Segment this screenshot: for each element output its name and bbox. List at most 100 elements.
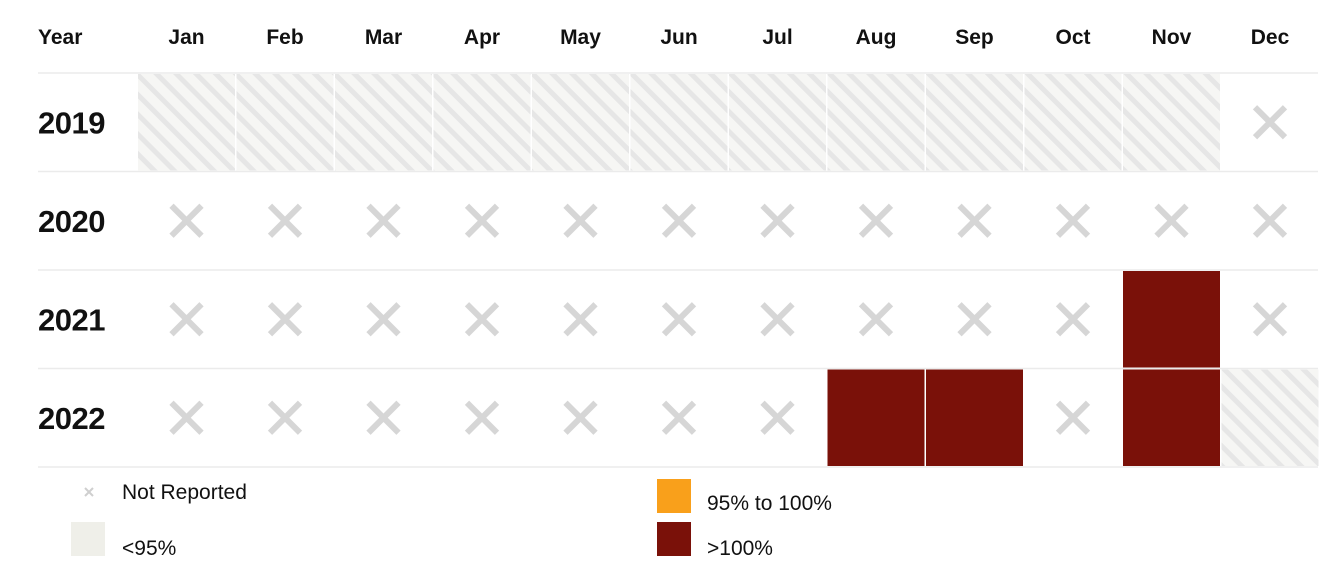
heatmap-cell-2021-mar <box>366 302 401 337</box>
x-mark-icon <box>661 400 697 435</box>
cell-fill-below-95 <box>532 74 629 171</box>
x-mark-icon <box>366 203 401 238</box>
x-mark-icon <box>169 400 204 435</box>
month-label-mar: Mar <box>365 26 402 49</box>
month-label-sep: Sep <box>955 26 994 49</box>
x-mark-icon <box>957 203 992 238</box>
heatmap-cell-2019-nov <box>1123 74 1220 171</box>
heatmap-cell-2022-feb <box>267 400 303 435</box>
cell-fill-below-95 <box>138 74 235 171</box>
heatmap-cell-2022-may <box>563 400 598 435</box>
heatmap-cell-2022-sep <box>926 369 1023 466</box>
heatmap-cell-2020-aug <box>858 203 894 238</box>
heatmap-cell-2019-jun <box>630 74 728 171</box>
grid-rows: 2019 2020 2021 2022 <box>38 72 1319 468</box>
year-label-2022: 2022 <box>38 401 105 436</box>
heatmap-cell-2022-nov <box>1123 369 1220 466</box>
cell-fill-over-100 <box>926 369 1023 466</box>
heatmap-cell-2021-jan <box>169 302 204 337</box>
heatmap-cell-2021-jul <box>760 302 795 337</box>
heatmap-cell-2020-may <box>563 203 598 238</box>
legend-95-100-label: 95% to 100% <box>707 492 832 515</box>
cell-fill-below-95 <box>729 74 826 171</box>
heatmap-cell-2020-nov <box>1154 203 1189 238</box>
cell-fill-over-100 <box>1123 369 1220 466</box>
x-mark-icon <box>464 400 500 435</box>
x-mark-icon <box>366 400 401 435</box>
cell-fill-below-95 <box>1221 369 1319 466</box>
heatmap-cell-2021-sep <box>957 302 992 337</box>
heatmap-cell-2020-sep <box>957 203 992 238</box>
x-mark-icon <box>858 203 894 238</box>
heatmap-cell-2022-dec <box>1221 369 1319 466</box>
x-mark-icon <box>1252 302 1288 337</box>
heatmap-cell-2019-dec <box>1252 105 1288 140</box>
heatmap-cell-2020-jun <box>661 203 697 238</box>
x-mark-icon <box>957 302 992 337</box>
year-label-2020: 2020 <box>38 204 105 239</box>
cell-fill-below-95 <box>827 74 925 171</box>
month-label-jul: Jul <box>762 26 792 49</box>
x-mark-icon <box>366 302 401 337</box>
cell-fill-over-100 <box>1123 271 1220 368</box>
heatmap-cell-2020-dec <box>1252 203 1288 238</box>
heatmap-cell-2021-apr <box>464 302 500 337</box>
heatmap-cell-2019-sep <box>926 74 1023 171</box>
x-mark-icon <box>1055 302 1091 337</box>
heatmap-cell-2019-mar <box>335 74 432 171</box>
heatmap-cell-2021-feb <box>267 302 303 337</box>
x-mark-icon <box>464 203 500 238</box>
heatmap-cell-2020-jul <box>760 203 795 238</box>
x-mark-icon <box>84 487 94 497</box>
heatmap-cell-2022-aug <box>827 369 925 466</box>
heatmap-cell-2020-feb <box>267 203 303 238</box>
legend-lt95-swatch <box>71 522 105 556</box>
heatmap-cell-2020-mar <box>366 203 401 238</box>
month-label-jan: Jan <box>168 26 204 49</box>
x-mark-icon <box>563 400 598 435</box>
heatmap-cell-2019-feb <box>236 74 334 171</box>
x-mark-icon <box>760 400 795 435</box>
month-label-oct: Oct <box>1055 26 1090 49</box>
legend-not-reported-label: Not Reported <box>122 481 247 504</box>
legend-lt95-label: <95% <box>122 537 177 560</box>
month-label-feb: Feb <box>266 26 303 49</box>
x-mark-icon <box>169 203 204 238</box>
year-label-2021: 2021 <box>38 302 105 337</box>
month-label-aug: Aug <box>856 26 897 49</box>
x-mark-icon <box>760 302 795 337</box>
heatmap-cell-2022-mar <box>366 400 401 435</box>
heatmap-cell-2019-aug <box>827 74 925 171</box>
month-label-nov: Nov <box>1152 26 1192 49</box>
x-mark-icon <box>1055 400 1091 435</box>
heatmap-cell-2020-apr <box>464 203 500 238</box>
x-mark-icon <box>1252 203 1288 238</box>
heatmap-cell-2022-oct <box>1055 400 1091 435</box>
cell-fill-below-95 <box>630 74 728 171</box>
legend-gt100-swatch <box>657 522 691 556</box>
month-label-may: May <box>560 26 601 49</box>
heatmap-cell-2021-jun <box>661 302 697 337</box>
x-mark-icon <box>267 302 303 337</box>
x-mark-icon <box>1154 203 1189 238</box>
x-mark-icon <box>563 203 598 238</box>
heatmap-cell-2020-oct <box>1055 203 1091 238</box>
month-header-row: Year Jan Feb Mar Apr May Jun Jul Aug Sep Oct Nov Dec <box>38 26 1290 49</box>
heatmap-cell-2021-aug <box>858 302 894 337</box>
x-mark-icon <box>661 203 697 238</box>
x-mark-icon <box>661 302 697 337</box>
cell-fill-below-95 <box>926 74 1023 171</box>
cell-fill-below-95 <box>1024 74 1122 171</box>
month-label-apr: Apr <box>464 26 500 49</box>
x-mark-icon <box>464 302 500 337</box>
x-mark-icon <box>760 203 795 238</box>
month-label-jun: Jun <box>660 26 697 49</box>
heatmap-cell-2021-nov <box>1123 271 1220 368</box>
heatmap-cell-2022-jan <box>169 400 204 435</box>
heatmap-cell-2022-jun <box>661 400 697 435</box>
cell-fill-below-95 <box>335 74 432 171</box>
legend-gt100-label: >100% <box>707 537 773 560</box>
month-label-dec: Dec <box>1251 26 1290 49</box>
heatmap-cell-2021-may <box>563 302 598 337</box>
heatmap-cell-2022-apr <box>464 400 500 435</box>
